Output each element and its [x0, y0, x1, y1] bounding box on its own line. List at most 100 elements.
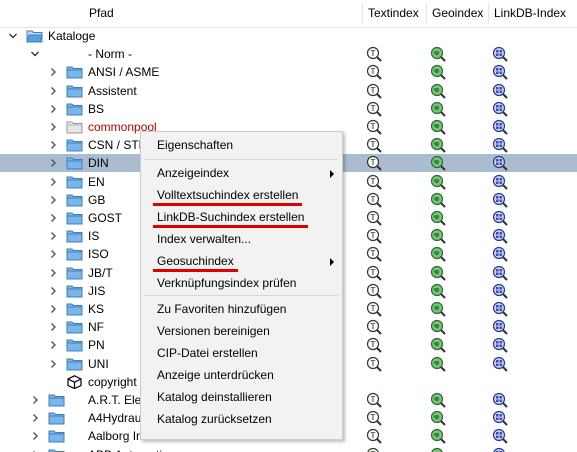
expand-chevron-icon[interactable]	[48, 304, 58, 314]
column-header-geoindex[interactable]: Geoindex	[427, 0, 488, 27]
linkdb-index-icon[interactable]	[492, 192, 508, 208]
text-index-icon[interactable]: T	[366, 410, 382, 426]
expand-chevron-icon[interactable]	[48, 140, 58, 150]
geo-index-icon[interactable]	[430, 155, 446, 172]
menu-item-linkdb-suchindex-erstellen[interactable]: LinkDB-Suchindex erstellen	[141, 206, 342, 228]
geo-index-icon[interactable]	[430, 319, 446, 335]
geo-index-icon[interactable]	[430, 64, 446, 81]
geo-index-icon[interactable]	[430, 410, 446, 426]
menu-item-anzeige-unterdrücken[interactable]: Anzeige unterdrücken	[141, 364, 342, 386]
text-index-icon[interactable]: T	[366, 337, 382, 354]
geo-index-icon[interactable]	[430, 356, 446, 372]
expand-chevron-icon[interactable]	[48, 359, 58, 369]
text-index-icon[interactable]: T	[366, 447, 382, 452]
expand-chevron-icon[interactable]	[48, 67, 58, 77]
tree-row[interactable]: ANSI / ASME T	[0, 63, 577, 81]
expand-chevron-icon[interactable]	[30, 395, 40, 405]
linkdb-index-icon[interactable]	[492, 356, 508, 372]
geo-index-icon[interactable]	[430, 228, 446, 244]
geo-index-icon[interactable]	[430, 137, 446, 153]
geo-index-icon[interactable]	[430, 46, 446, 62]
menu-item-eigenschaften[interactable]: Eigenschaften	[141, 134, 342, 156]
linkdb-index-icon[interactable]	[492, 174, 508, 190]
linkdb-index-icon[interactable]	[492, 410, 508, 426]
expand-chevron-icon[interactable]	[48, 86, 58, 96]
text-index-icon[interactable]: T	[366, 392, 382, 408]
expand-chevron-icon[interactable]	[48, 213, 58, 223]
text-index-icon[interactable]: T	[366, 119, 382, 135]
expand-chevron-icon[interactable]	[48, 122, 58, 132]
column-header-textindex[interactable]: Textindex	[363, 0, 426, 27]
menu-item-verknüpfungsindex-prüfen[interactable]: Verknüpfungsindex prüfen	[141, 272, 342, 294]
geo-index-icon[interactable]	[430, 428, 446, 445]
menu-item-cip-datei-erstellen[interactable]: CIP-Datei erstellen	[141, 342, 342, 364]
linkdb-index-icon[interactable]	[492, 119, 508, 135]
menu-item-geosuchindex[interactable]: Geosuchindex	[141, 250, 342, 272]
geo-index-icon[interactable]	[430, 337, 446, 354]
expand-chevron-icon[interactable]	[48, 104, 58, 114]
menu-item-katalog-deinstallieren[interactable]: Katalog deinstallieren	[141, 386, 342, 408]
text-index-icon[interactable]: T	[366, 428, 382, 445]
tree-row[interactable]: - Norm - T	[0, 45, 577, 63]
linkdb-index-icon[interactable]	[492, 265, 508, 281]
geo-index-icon[interactable]	[430, 119, 446, 135]
collapse-chevron-icon[interactable]	[30, 49, 40, 59]
expand-chevron-icon[interactable]	[48, 322, 58, 332]
text-index-icon[interactable]: T	[366, 228, 382, 244]
linkdb-index-icon[interactable]	[492, 83, 508, 99]
text-index-icon[interactable]: T	[366, 283, 382, 299]
column-header-path[interactable]: Pfad	[84, 0, 362, 27]
geo-index-icon[interactable]	[430, 174, 446, 190]
text-index-icon[interactable]: T	[366, 83, 382, 99]
linkdb-index-icon[interactable]	[492, 447, 508, 452]
menu-item-zu-favoriten-hinzufügen[interactable]: Zu Favoriten hinzufügen	[141, 298, 342, 320]
linkdb-index-icon[interactable]	[492, 428, 508, 445]
text-index-icon[interactable]: T	[366, 356, 382, 372]
text-index-icon[interactable]: T	[366, 137, 382, 153]
linkdb-index-icon[interactable]	[492, 210, 508, 226]
expand-chevron-icon[interactable]	[48, 195, 58, 205]
linkdb-index-icon[interactable]	[492, 155, 508, 172]
tree-row[interactable]: Kataloge	[0, 27, 577, 45]
geo-index-icon[interactable]	[430, 283, 446, 299]
expand-chevron-icon[interactable]	[30, 431, 40, 441]
geo-index-icon[interactable]	[430, 265, 446, 281]
menu-item-versionen-bereinigen[interactable]: Versionen bereinigen	[141, 320, 342, 342]
expand-chevron-icon[interactable]	[48, 177, 58, 187]
geo-index-icon[interactable]	[430, 246, 446, 263]
menu-item-volltextsuchindex-erstellen[interactable]: Volltextsuchindex erstellen	[141, 184, 342, 206]
linkdb-index-icon[interactable]	[492, 101, 508, 117]
text-index-icon[interactable]: T	[366, 174, 382, 190]
menu-item-index-verwalten[interactable]: Index verwalten...	[141, 228, 342, 250]
tree-row[interactable]: BS T	[0, 100, 577, 118]
linkdb-index-icon[interactable]	[492, 246, 508, 263]
text-index-icon[interactable]: T	[366, 246, 382, 263]
text-index-icon[interactable]: T	[366, 101, 382, 117]
linkdb-index-icon[interactable]	[492, 46, 508, 62]
geo-index-icon[interactable]	[430, 83, 446, 99]
expand-chevron-icon[interactable]	[48, 340, 58, 350]
text-index-icon[interactable]: T	[366, 192, 382, 208]
text-index-icon[interactable]: T	[366, 265, 382, 281]
expand-chevron-icon[interactable]	[30, 413, 40, 423]
tree-row[interactable]: ABB Automation T	[0, 446, 577, 452]
expand-chevron-icon[interactable]	[48, 158, 58, 168]
text-index-icon[interactable]: T	[366, 46, 382, 62]
linkdb-index-icon[interactable]	[492, 283, 508, 299]
collapse-chevron-icon[interactable]	[8, 31, 18, 41]
geo-index-icon[interactable]	[430, 447, 446, 452]
expand-chevron-icon[interactable]	[48, 268, 58, 278]
linkdb-index-icon[interactable]	[492, 228, 508, 244]
linkdb-index-icon[interactable]	[492, 392, 508, 408]
geo-index-icon[interactable]	[430, 101, 446, 117]
geo-index-icon[interactable]	[430, 301, 446, 317]
linkdb-index-icon[interactable]	[492, 137, 508, 153]
geo-index-icon[interactable]	[430, 210, 446, 226]
linkdb-index-icon[interactable]	[492, 64, 508, 81]
text-index-icon[interactable]: T	[366, 155, 382, 172]
expand-chevron-icon[interactable]	[48, 249, 58, 259]
linkdb-index-icon[interactable]	[492, 337, 508, 354]
menu-item-katalog-zurücksetzen[interactable]: Katalog zurücksetzen	[141, 408, 342, 430]
menu-item-anzeigeindex[interactable]: Anzeigeindex	[141, 162, 342, 184]
text-index-icon[interactable]: T	[366, 64, 382, 81]
